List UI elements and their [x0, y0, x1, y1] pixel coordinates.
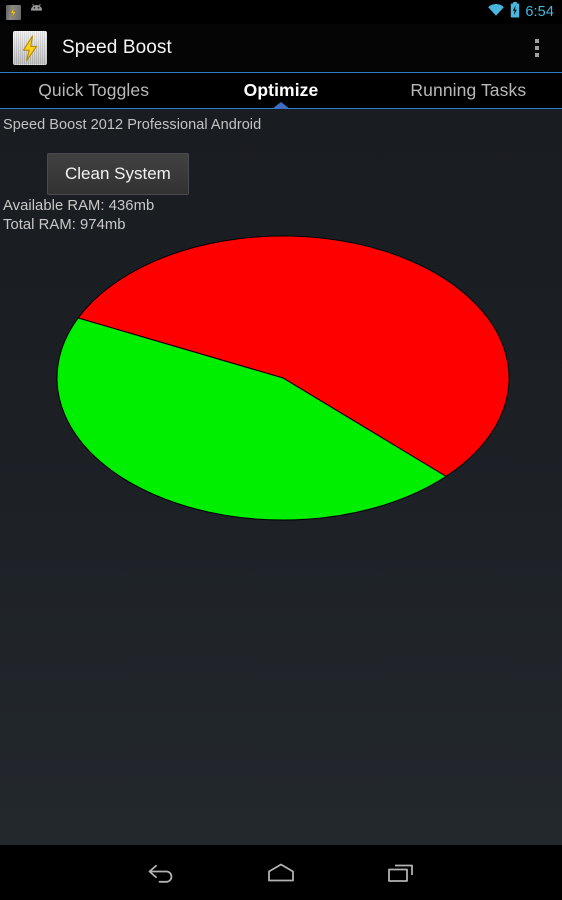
tab-indicator-caret	[271, 102, 290, 109]
app-subtitle: Speed Boost 2012 Professional Android	[3, 117, 262, 133]
pie-slice	[77, 235, 510, 477]
status-bar-notifications	[6, 3, 45, 21]
action-bar: Speed Boost	[0, 24, 562, 72]
tab-optimize[interactable]: Optimize	[187, 73, 374, 109]
home-icon[interactable]	[221, 845, 341, 900]
tab-bar: Quick Toggles Optimize Running Tasks	[0, 72, 562, 109]
available-ram-label: Available RAM: 436mb	[3, 198, 155, 214]
lightning-bolt-app-icon	[13, 31, 47, 65]
app-title: Speed Boost	[62, 37, 172, 58]
ram-info-block: Available RAM: 436mb Total RAM: 974mb	[3, 197, 154, 235]
status-bar-system-icons: 6:54	[487, 1, 554, 23]
android-robot-icon	[28, 3, 45, 21]
clean-system-button[interactable]: Clean System	[47, 153, 189, 195]
status-bar: 6:54	[0, 0, 562, 24]
navigation-bar	[0, 845, 562, 900]
pie-slice	[56, 317, 447, 521]
tab-quick-toggles[interactable]: Quick Toggles	[0, 73, 187, 108]
status-bar-clock: 6:54	[525, 4, 554, 20]
total-ram-label: Total RAM: 974mb	[3, 217, 126, 233]
overflow-dot	[535, 39, 539, 43]
tab-running-tasks[interactable]: Running Tasks	[375, 73, 562, 108]
tab-label: Running Tasks	[410, 80, 527, 100]
battery-charging-icon	[510, 1, 520, 23]
overflow-dot	[535, 46, 539, 50]
back-arrow-icon[interactable]	[101, 845, 221, 900]
speed-boost-app-icon	[6, 4, 21, 20]
overflow-menu-icon[interactable]	[522, 26, 552, 70]
tab-label: Quick Toggles	[38, 80, 150, 100]
wifi-icon	[487, 3, 505, 22]
android-app-screen: 6:54 Speed Boost Quick Toggles Optimize …	[0, 0, 562, 900]
recent-apps-icon[interactable]	[341, 845, 461, 900]
optimize-tab-content: Speed Boost 2012 Professional Android Cl…	[0, 109, 562, 845]
overflow-dot	[535, 53, 539, 57]
tab-label: Optimize	[243, 80, 319, 100]
